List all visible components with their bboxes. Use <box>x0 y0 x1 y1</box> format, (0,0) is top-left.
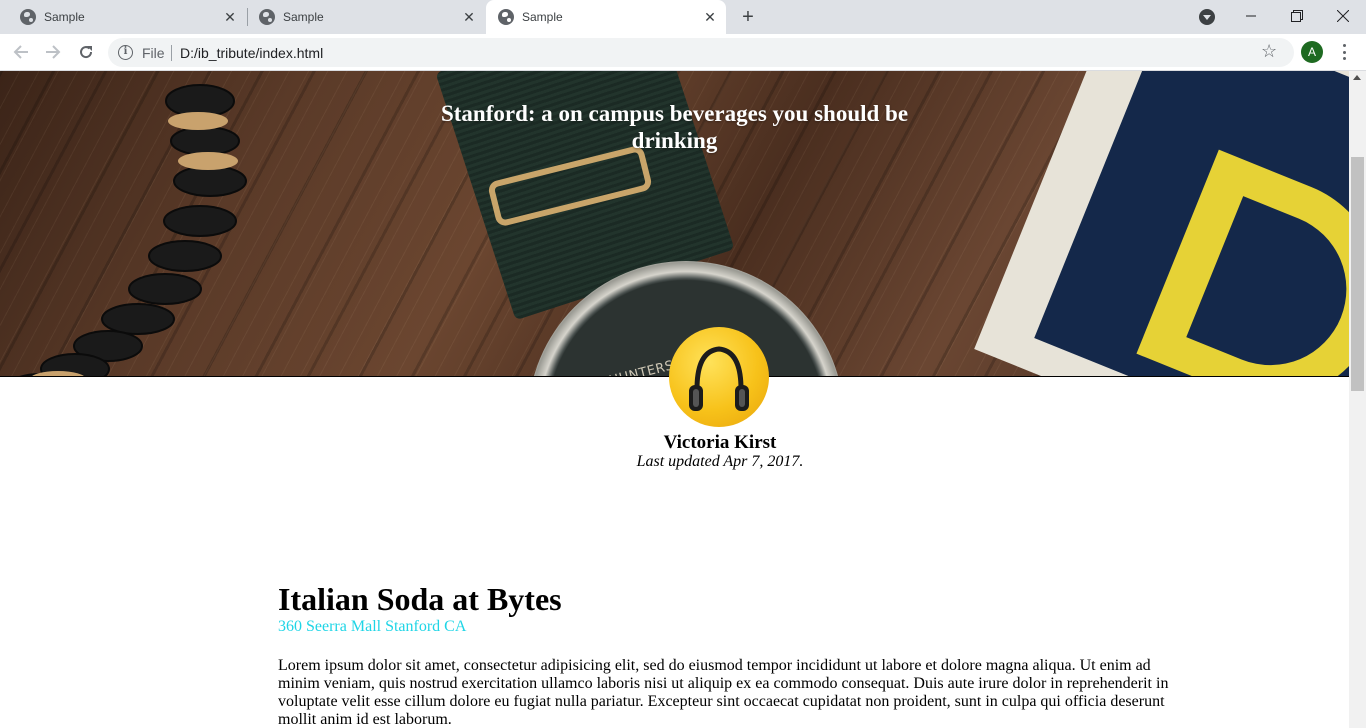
back-button[interactable] <box>9 40 33 64</box>
globe-icon <box>498 9 514 25</box>
restore-icon <box>1291 10 1303 22</box>
tab-title: Sample <box>522 10 563 24</box>
close-icon[interactable]: ✕ <box>461 9 477 25</box>
vertical-scrollbar[interactable] <box>1349 71 1366 728</box>
reload-icon <box>80 46 93 59</box>
new-tab-button[interactable]: + <box>738 7 758 27</box>
minimize-button[interactable] <box>1228 0 1274 32</box>
omnibox-separator <box>171 45 172 61</box>
article-address: 360 Seerra Mall Stanford CA <box>278 618 467 635</box>
info-icon[interactable]: i <box>118 45 133 60</box>
tab-title: Sample <box>44 10 85 24</box>
author-name: Victoria Kirst <box>663 432 777 453</box>
forward-button[interactable] <box>41 40 65 64</box>
scheme-label: File <box>142 45 165 61</box>
close-icon[interactable]: ✕ <box>222 9 238 25</box>
restore-button[interactable] <box>1274 0 1320 32</box>
profile-avatar[interactable]: A <box>1301 41 1323 63</box>
address-bar[interactable]: i File D:/ib_tribute/index.html ☆ <box>108 38 1294 67</box>
scroll-up-arrow-icon[interactable] <box>1353 75 1361 80</box>
article-section: Italian Soda at Bytes 360 Seerra Mall St… <box>278 581 1178 728</box>
globe-icon <box>20 9 36 25</box>
reload-button[interactable] <box>74 40 98 64</box>
url-text[interactable]: D:/ib_tribute/index.html <box>180 45 323 61</box>
page-viewport: HUNTERS RACE Stanford: a on campus bever… <box>0 71 1349 728</box>
globe-icon <box>259 9 275 25</box>
headphones-icon <box>689 346 749 411</box>
author-avatar <box>669 327 769 427</box>
back-arrow-icon <box>13 45 28 59</box>
forward-arrow-icon <box>46 45 61 59</box>
tab-title: Sample <box>283 10 324 24</box>
hero-title: Stanford: a on campus beverages you shou… <box>440 101 909 153</box>
close-icon[interactable]: ✕ <box>702 9 718 25</box>
browser-toolbar: i File D:/ib_tribute/index.html ☆ A <box>0 34 1366 71</box>
tab-1[interactable]: Sample ✕ <box>0 0 246 34</box>
tab-2[interactable]: Sample ✕ <box>239 0 485 34</box>
article-body: Lorem ipsum dolor sit amet, consectetur … <box>278 657 1169 728</box>
last-updated-text: Last updated Apr 7, 2017. <box>636 453 804 470</box>
bookmark-star-icon[interactable]: ☆ <box>1261 41 1277 62</box>
tab-strip: Sample ✕ Sample ✕ Sample ✕ + <box>0 0 1366 34</box>
menu-kebab-icon[interactable] <box>1336 42 1352 62</box>
article-heading: Italian Soda at Bytes <box>278 581 562 617</box>
close-window-button[interactable] <box>1320 0 1366 32</box>
tab-3-active[interactable]: Sample ✕ <box>486 0 726 34</box>
tab-search-icon[interactable] <box>1199 9 1215 25</box>
scrollbar-thumb[interactable] <box>1351 157 1364 391</box>
minimize-icon <box>1246 15 1256 17</box>
close-window-icon <box>1337 10 1349 22</box>
